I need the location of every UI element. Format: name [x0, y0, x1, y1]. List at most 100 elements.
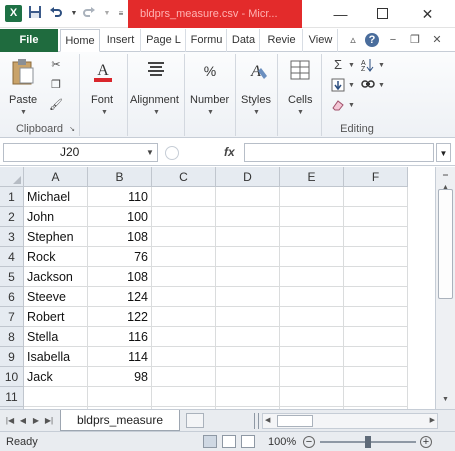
row-header[interactable]: 8: [0, 327, 24, 347]
minimize-icon[interactable]: —: [318, 0, 363, 28]
formula-bar-handle-icon[interactable]: [165, 146, 179, 160]
cell-value[interactable]: [88, 387, 152, 407]
styles-dropdown-icon[interactable]: ▼: [253, 109, 260, 116]
cell-name[interactable]: Jackson: [24, 267, 88, 287]
cell-name[interactable]: [24, 387, 88, 407]
cell-name[interactable]: John: [24, 207, 88, 227]
fill-dropdown-icon[interactable]: ▼: [348, 82, 355, 89]
autosum-dropdown-icon[interactable]: ▼: [348, 62, 355, 69]
cell-value[interactable]: 100: [88, 207, 152, 227]
column-header-e[interactable]: E: [280, 167, 344, 187]
number-dropdown-icon[interactable]: ▼: [207, 109, 214, 116]
first-sheet-icon[interactable]: |◀: [4, 414, 16, 428]
cell-empty[interactable]: [152, 187, 216, 207]
page-break-preview-icon[interactable]: [241, 435, 255, 448]
cell-empty[interactable]: [152, 387, 216, 407]
row-header[interactable]: 10: [0, 367, 24, 387]
paste-icon[interactable]: [10, 58, 36, 85]
scroll-right-icon[interactable]: ▶: [430, 415, 435, 427]
cell-empty[interactable]: [280, 387, 344, 407]
cell-value[interactable]: 124: [88, 287, 152, 307]
cell-empty[interactable]: [280, 307, 344, 327]
cell-empty[interactable]: [152, 267, 216, 287]
cell-name[interactable]: Steeve: [24, 287, 88, 307]
cell-empty[interactable]: [344, 367, 408, 387]
clipboard-launcher-icon[interactable]: ↘: [69, 125, 75, 133]
cut-icon[interactable]: ✂: [48, 58, 64, 72]
row-header[interactable]: 2: [0, 207, 24, 227]
cell-empty[interactable]: [216, 207, 280, 227]
cell-empty[interactable]: [216, 187, 280, 207]
cell-name[interactable]: Jack: [24, 367, 88, 387]
find-select-icon[interactable]: [360, 78, 376, 92]
tab-page-layout[interactable]: Page L: [142, 29, 186, 52]
help-icon[interactable]: ?: [365, 33, 379, 47]
column-header-d[interactable]: D: [216, 167, 280, 187]
row-header[interactable]: 7: [0, 307, 24, 327]
column-header-f[interactable]: F: [344, 167, 408, 187]
name-box-dropdown-icon[interactable]: ▼: [146, 143, 154, 162]
cell-value[interactable]: 110: [88, 187, 152, 207]
cell-empty[interactable]: [344, 207, 408, 227]
cell-empty[interactable]: [344, 387, 408, 407]
tab-data[interactable]: Data: [228, 29, 260, 52]
redo-icon[interactable]: [80, 5, 98, 23]
next-sheet-icon[interactable]: ▶: [30, 414, 42, 428]
excel-logo-icon[interactable]: X: [5, 5, 22, 22]
collapse-ribbon-icon[interactable]: ▵: [346, 33, 360, 47]
close-workbook-icon[interactable]: ✕: [430, 33, 444, 47]
cell-value[interactable]: 98: [88, 367, 152, 387]
cell-empty[interactable]: [152, 247, 216, 267]
cell-empty[interactable]: [280, 207, 344, 227]
font-dropdown-icon[interactable]: ▼: [101, 109, 108, 116]
cell-empty[interactable]: [216, 387, 280, 407]
cell-empty[interactable]: [152, 327, 216, 347]
row-header[interactable]: 9: [0, 347, 24, 367]
paste-button[interactable]: Paste: [9, 94, 37, 106]
find-select-dropdown-icon[interactable]: ▼: [378, 82, 385, 89]
cell-empty[interactable]: [216, 307, 280, 327]
cell-name[interactable]: Stella: [24, 327, 88, 347]
undo-icon[interactable]: [47, 5, 65, 23]
horizontal-scrollbar[interactable]: ◀ ▶: [262, 413, 438, 429]
font-icon[interactable]: A: [90, 58, 116, 84]
row-header[interactable]: 6: [0, 287, 24, 307]
save-icon[interactable]: [26, 5, 44, 23]
cell-name[interactable]: Stephen: [24, 227, 88, 247]
zoom-out-icon[interactable]: −: [303, 436, 315, 448]
cell-empty[interactable]: [152, 307, 216, 327]
cell-empty[interactable]: [280, 327, 344, 347]
cell-empty[interactable]: [280, 247, 344, 267]
cell-value[interactable]: 108: [88, 267, 152, 287]
sort-filter-icon[interactable]: AZ: [360, 58, 376, 73]
cell-empty[interactable]: [344, 227, 408, 247]
cells-button[interactable]: Cells: [288, 94, 312, 106]
vertical-scroll-thumb[interactable]: [438, 189, 453, 299]
restore-workbook-icon[interactable]: ❐: [408, 33, 422, 47]
cell-value[interactable]: 114: [88, 347, 152, 367]
cell-empty[interactable]: [152, 227, 216, 247]
formula-input[interactable]: [244, 143, 434, 162]
paste-dropdown-icon[interactable]: ▼: [20, 109, 27, 116]
fill-icon[interactable]: [330, 78, 346, 92]
styles-button[interactable]: Styles: [241, 94, 271, 106]
format-painter-icon[interactable]: 🖌: [48, 98, 64, 112]
cell-empty[interactable]: [344, 287, 408, 307]
insert-function-button[interactable]: fx: [224, 143, 235, 162]
zoom-slider-thumb[interactable]: [365, 436, 371, 448]
column-header-a[interactable]: A: [24, 167, 88, 187]
close-icon[interactable]: ✕: [405, 0, 450, 28]
scroll-down-icon[interactable]: ▼: [438, 393, 453, 407]
tab-file[interactable]: File: [0, 29, 58, 52]
cell-empty[interactable]: [344, 307, 408, 327]
cell-value[interactable]: 122: [88, 307, 152, 327]
cell-empty[interactable]: [344, 347, 408, 367]
clear-icon[interactable]: [330, 98, 346, 112]
alignment-button[interactable]: Alignment: [130, 94, 179, 106]
tab-formulas[interactable]: Formu: [187, 29, 227, 52]
row-header[interactable]: 5: [0, 267, 24, 287]
zoom-in-icon[interactable]: +: [420, 436, 432, 448]
sort-filter-dropdown-icon[interactable]: ▼: [378, 62, 385, 69]
cell-empty[interactable]: [280, 227, 344, 247]
row-header[interactable]: 3: [0, 227, 24, 247]
